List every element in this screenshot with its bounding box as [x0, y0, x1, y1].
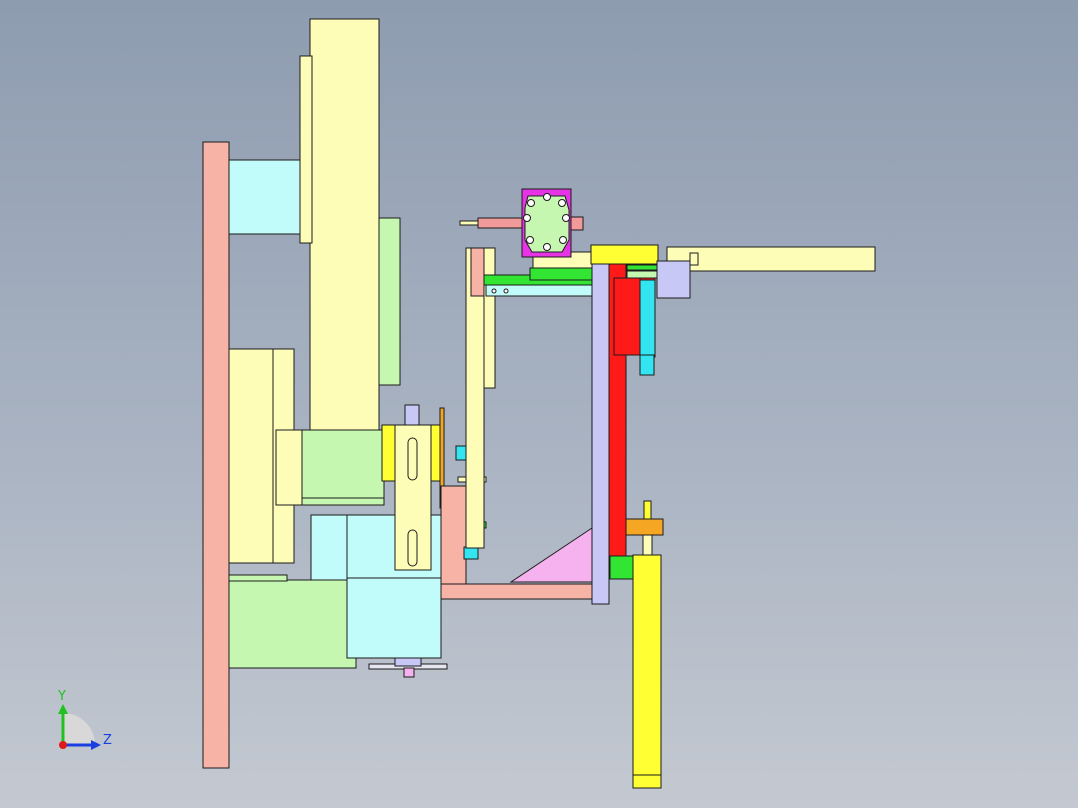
vertical-frame-side[interactable] [483, 247, 496, 389]
cyan-guide[interactable] [639, 279, 656, 358]
guide-hole-1 [491, 288, 497, 294]
yellow-top-cap[interactable] [590, 244, 659, 265]
cad-viewport[interactable]: Y Z [0, 0, 1078, 808]
lower-green-block[interactable] [228, 579, 357, 669]
green-cap-strip[interactable] [626, 264, 658, 271]
horizontal-cylinder-neck[interactable] [689, 252, 699, 266]
motor-housing-upper[interactable] [310, 514, 349, 581]
pulley-shaft[interactable] [403, 667, 415, 678]
base-plate[interactable] [202, 141, 230, 769]
cyan-guide-foot[interactable] [639, 354, 655, 376]
shaft-tip[interactable] [459, 220, 479, 226]
vertical-yellow-cylinder[interactable] [632, 554, 662, 789]
green-rib-plate[interactable] [378, 217, 401, 386]
flange-hole-7 [526, 236, 534, 244]
flange-hole-2 [543, 193, 551, 201]
shaft-collar[interactable] [570, 216, 584, 231]
flange-hole-4 [562, 214, 570, 222]
cyan-guide-bar[interactable] [485, 284, 593, 297]
flange-hole-3 [558, 199, 566, 207]
orange-bracket[interactable] [625, 518, 664, 536]
cylinder-block[interactable] [228, 348, 274, 564]
flange-hole-5 [559, 236, 567, 244]
clamp-bolt[interactable] [404, 404, 420, 426]
triad-origin [59, 741, 67, 749]
pulley-hub[interactable] [394, 657, 422, 667]
flange-hole-1 [527, 199, 535, 207]
lavender-vertical-post[interactable] [591, 261, 610, 605]
flange-hole-8 [523, 214, 531, 222]
green-cap-strip-2[interactable] [626, 270, 658, 279]
column-side-plate[interactable] [299, 55, 313, 244]
z-axis-label: Z [103, 733, 112, 748]
upright-column[interactable] [309, 18, 380, 432]
cyan-spacer-block[interactable] [228, 159, 302, 235]
flange-hole-6 [543, 243, 551, 251]
pink-gusset[interactable] [509, 527, 593, 583]
vertical-slot-lower [407, 529, 418, 567]
y-arrow-head [58, 704, 68, 714]
pink-shaft[interactable] [477, 217, 527, 229]
teal-fitting-lower[interactable] [463, 546, 479, 560]
guide-hole-2 [503, 288, 509, 294]
cylinder-block-cap[interactable] [275, 429, 303, 506]
green-mount-block[interactable] [301, 429, 385, 499]
triad-quadrant [63, 713, 95, 745]
y-axis-label: Y [57, 689, 66, 704]
red-block[interactable] [613, 277, 641, 356]
orientation-triad[interactable]: Y Z [57, 689, 112, 750]
top-green-plate[interactable] [529, 267, 593, 281]
pink-arm-joint[interactable] [440, 485, 467, 585]
lavender-cylinder-head[interactable] [656, 260, 691, 299]
pink-arm-beam[interactable] [440, 583, 595, 600]
lower-green-lip[interactable] [228, 574, 288, 582]
green-mount-base[interactable] [301, 497, 385, 506]
bracket-rod[interactable] [643, 500, 652, 520]
vertical-frame-pink[interactable] [470, 247, 485, 297]
z-arrow-head [91, 740, 101, 750]
cylinder-neck[interactable] [642, 534, 653, 558]
vertical-slot-upper [407, 437, 418, 481]
